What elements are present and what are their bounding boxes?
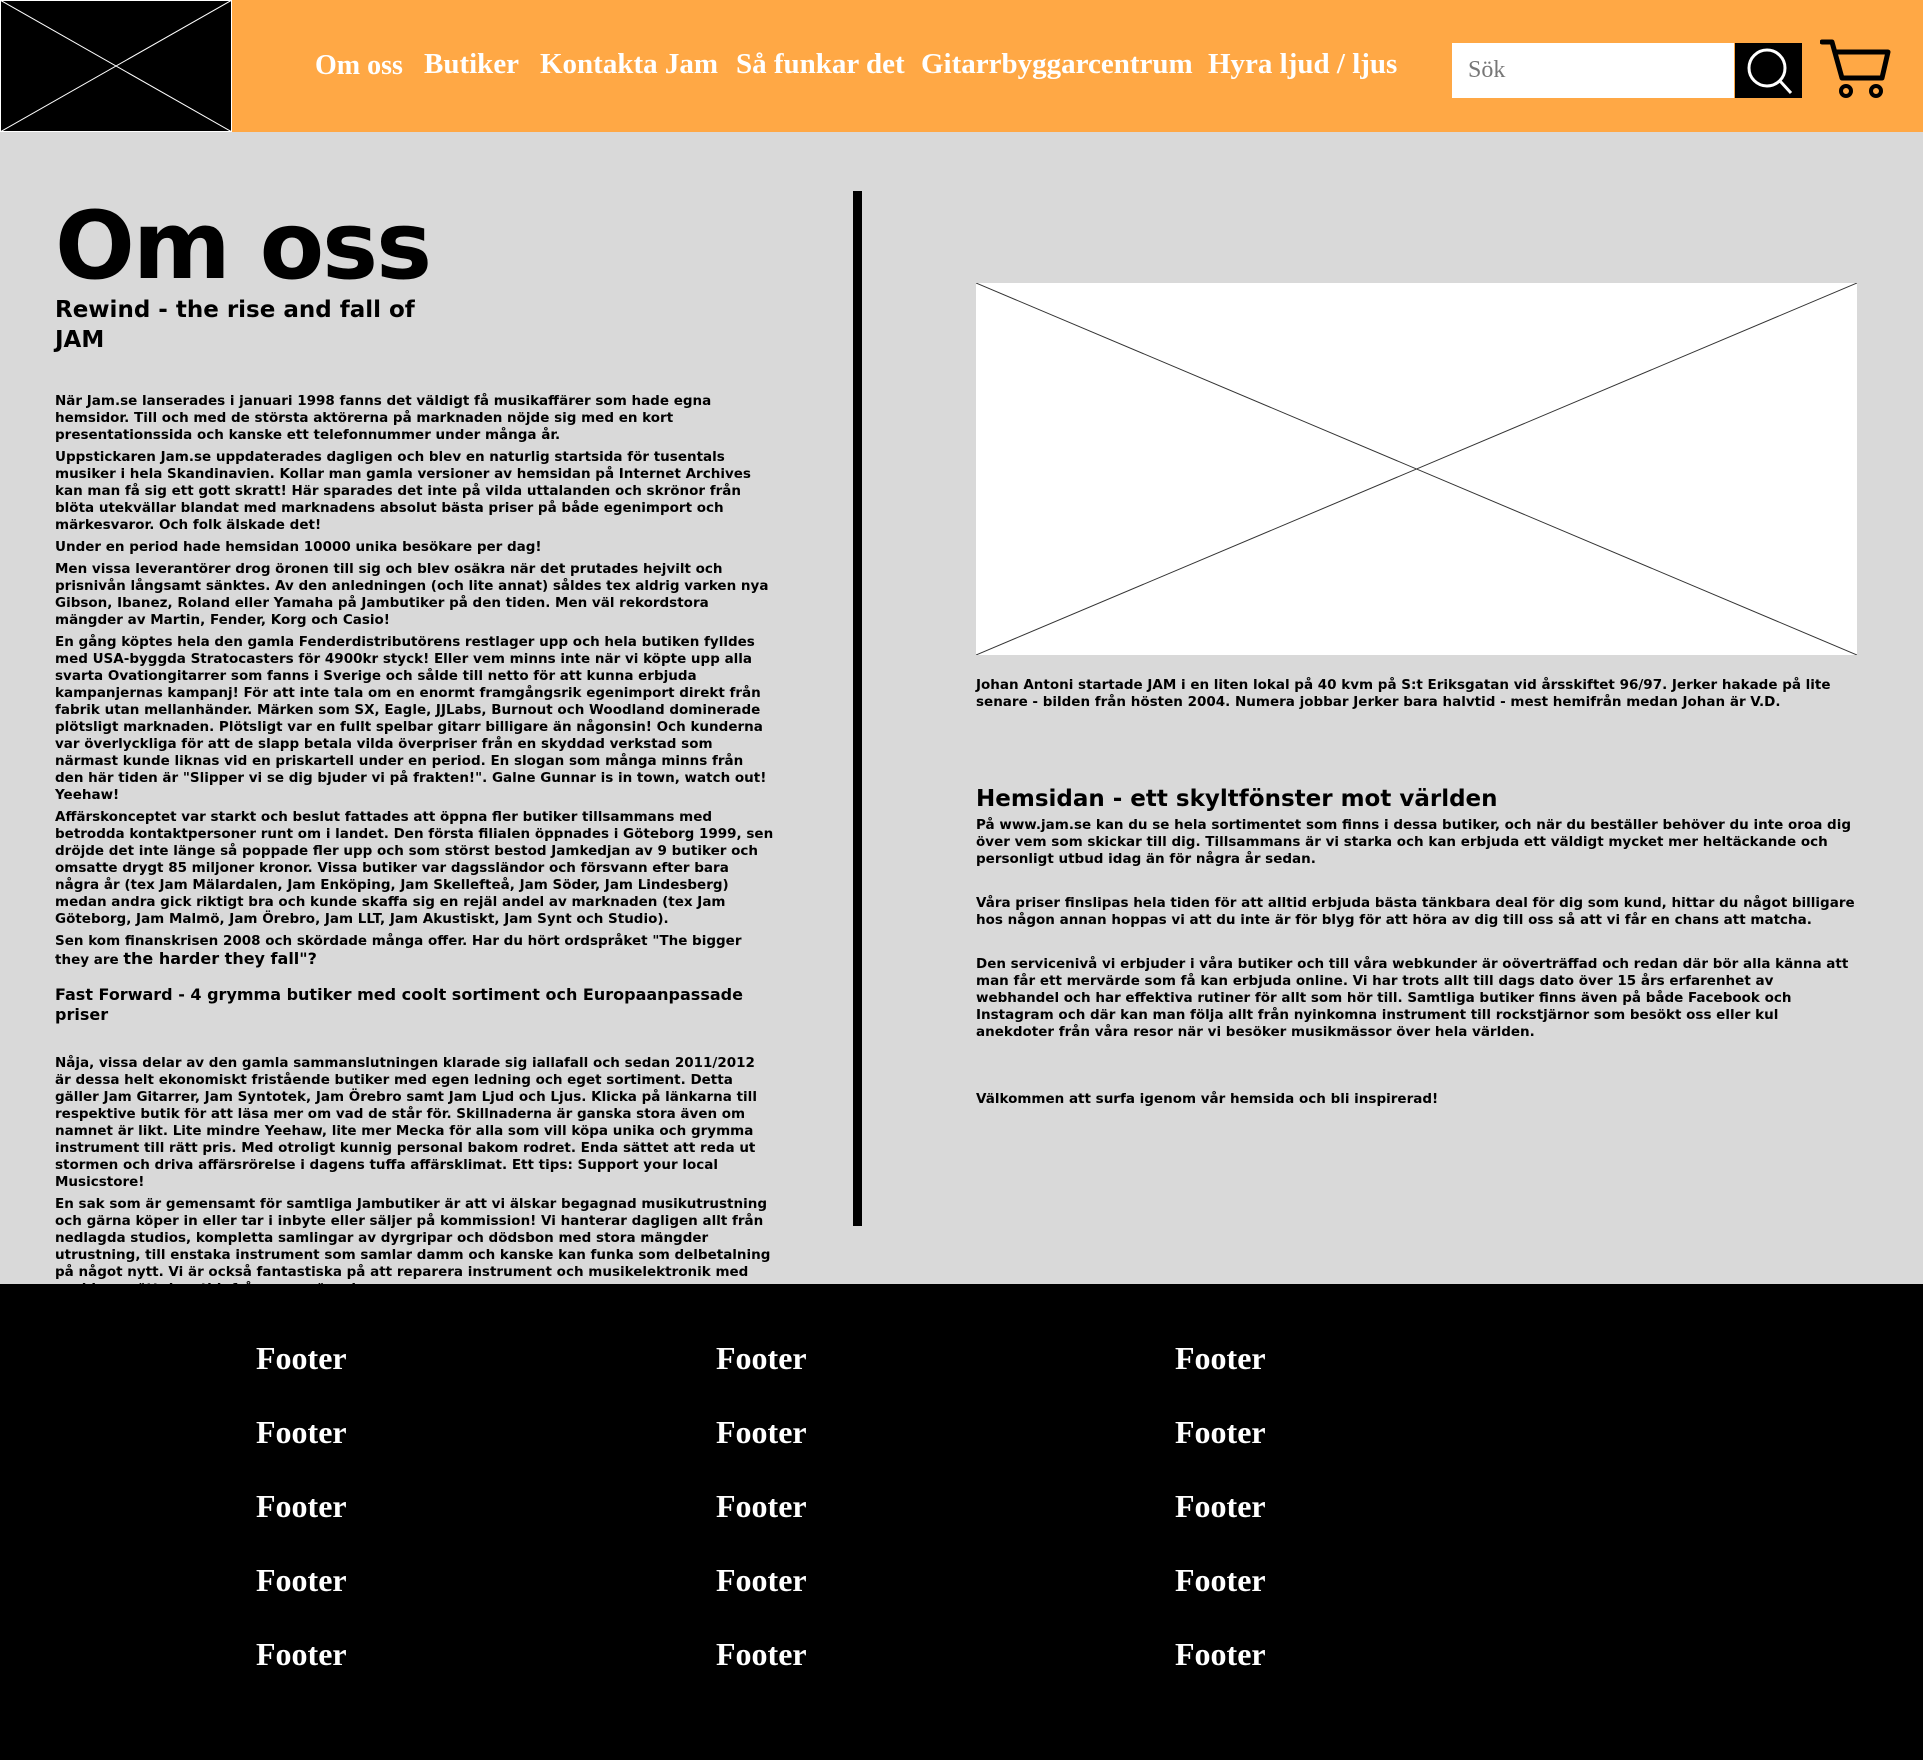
history-section: När Jam.se lanserades i januari 1998 fan…: [55, 393, 775, 1303]
history-paragraph: Under en period hade hemsidan 10000 unik…: [55, 539, 542, 555]
history-paragraph: Men vissa leverantörer drog öronen till …: [55, 561, 769, 628]
page-title: Om oss: [55, 192, 432, 301]
history-paragraph: Affärskonceptet var starkt och beslut fa…: [55, 809, 774, 927]
footer-link[interactable]: Footer: [256, 1340, 347, 1377]
website-section: På www.jam.se kan du se hela sortimentet…: [976, 817, 1856, 1135]
nav-butiker[interactable]: Butiker: [424, 48, 519, 81]
footer-link[interactable]: Footer: [716, 1414, 807, 1451]
site-header: Om oss Butiker Kontakta Jam Så funkar de…: [0, 0, 1923, 132]
cart-icon: [1820, 39, 1891, 98]
cart-button[interactable]: [1820, 38, 1892, 100]
history-paragraph: Uppstickaren Jam.se uppdaterades daglige…: [55, 449, 751, 533]
column-divider: [853, 191, 862, 1226]
footer-link[interactable]: Footer: [716, 1562, 807, 1599]
website-heading: Hemsidan - ett skyltfönster mot världen: [976, 786, 1498, 812]
nav-hyra-ljud-ljus[interactable]: Hyra ljud / ljus: [1208, 48, 1397, 81]
logo-placeholder-icon[interactable]: [0, 0, 232, 132]
footer-link[interactable]: Footer: [256, 1414, 347, 1451]
image-caption: Johan Antoni startade JAM i en liten lok…: [976, 677, 1831, 710]
welcome-text: Välkommen att surfa igenom vår hemsida o…: [976, 1091, 1439, 1107]
footer-link[interactable]: Footer: [1175, 1562, 1266, 1599]
footer-link[interactable]: Footer: [256, 1562, 347, 1599]
search-button[interactable]: [1735, 43, 1802, 98]
search-input[interactable]: [1452, 43, 1734, 98]
website-paragraph: Våra priser finslipas hela tiden för att…: [976, 895, 1855, 928]
crisis-quote: the harder they fall"?: [123, 949, 317, 968]
forward-paragraph: Nåja, vissa delar av den gamla sammanslu…: [55, 1055, 757, 1190]
history-paragraph: När Jam.se lanserades i januari 1998 fan…: [55, 393, 712, 443]
history-paragraph-crisis: Sen kom finanskrisen 2008 och skördade m…: [55, 933, 775, 969]
footer-link[interactable]: Footer: [1175, 1340, 1266, 1377]
main-content: Om oss Rewind - the rise and fall of JAM…: [0, 132, 1923, 1297]
footer-link[interactable]: Footer: [256, 1488, 347, 1525]
footer-link[interactable]: Footer: [256, 1636, 347, 1673]
footer-link[interactable]: Footer: [716, 1340, 807, 1377]
page-subtitle: Rewind - the rise and fall of JAM: [55, 297, 415, 353]
fast-forward-heading: Fast Forward - 4 grymma butiker med cool…: [55, 985, 743, 1024]
website-paragraph: På www.jam.se kan du se hela sortimentet…: [976, 817, 1851, 867]
forward-paragraph: En sak som är gemensamt för samtliga Jam…: [55, 1196, 771, 1297]
image-placeholder-icon: [976, 283, 1857, 655]
nav-gitarrbyggarcentrum[interactable]: Gitarrbyggarcentrum: [921, 48, 1193, 81]
footer-link[interactable]: Footer: [1175, 1636, 1266, 1673]
footer-link[interactable]: Footer: [716, 1636, 807, 1673]
footer-link[interactable]: Footer: [1175, 1488, 1266, 1525]
history-paragraph: En gång köptes hela den gamla Fenderdist…: [55, 634, 767, 803]
nav-om-oss[interactable]: Om oss: [315, 50, 403, 82]
nav-kontakta-jam[interactable]: Kontakta Jam: [540, 48, 718, 81]
search-icon: [1747, 48, 1793, 95]
footer-link[interactable]: Footer: [716, 1488, 807, 1525]
site-footer: Footer Footer Footer Footer Footer Foote…: [0, 1284, 1923, 1760]
footer-link[interactable]: Footer: [1175, 1414, 1266, 1451]
website-paragraph: Den servicenivå vi erbjuder i våra butik…: [976, 956, 1849, 1040]
nav-sa-funkar-det[interactable]: Så funkar det: [736, 48, 905, 81]
